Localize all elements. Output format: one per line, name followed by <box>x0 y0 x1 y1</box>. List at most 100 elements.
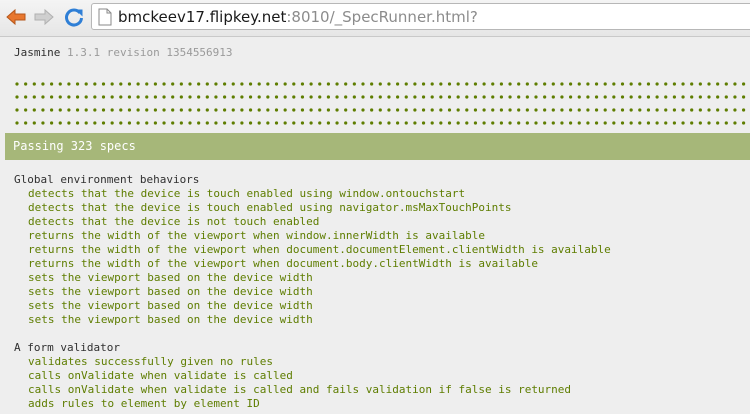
passed-spec-dot <box>672 121 677 125</box>
passed-spec-dot <box>309 108 313 112</box>
passed-spec-dot <box>136 108 140 112</box>
passed-spec-dot <box>724 95 728 99</box>
spec-item[interactable]: adds rules to element by element ID <box>14 397 611 411</box>
passed-spec-dot <box>473 108 478 112</box>
passed-spec-dot <box>110 108 114 112</box>
passed-spec-dot <box>223 108 227 112</box>
spec-item[interactable]: returns the width of the viewport when d… <box>14 257 611 271</box>
passed-spec-dot <box>620 108 625 112</box>
spec-results-dots <box>14 81 750 133</box>
passed-spec-dot <box>560 82 564 86</box>
suite-title[interactable]: Global environment behaviors <box>14 173 611 187</box>
spec-item[interactable]: detects that the device is not touch ena… <box>14 215 611 229</box>
passed-spec-dot <box>67 108 71 112</box>
passed-spec-dot <box>344 108 348 112</box>
passed-spec-dot <box>171 95 175 99</box>
address-bar[interactable]: bmckeev17.flipkey.net:8010/_SpecRunner.h… <box>91 3 750 30</box>
passed-spec-dot <box>698 95 702 99</box>
passed-spec-dot <box>655 121 659 125</box>
forward-arrow-icon <box>34 8 54 26</box>
suite-spacer <box>14 327 611 341</box>
passed-spec-dot <box>430 82 434 86</box>
passed-spec-dot <box>378 121 382 125</box>
passed-spec-dot <box>508 82 512 86</box>
passed-spec-dot <box>430 95 434 99</box>
spec-item[interactable]: sets the viewport based on the device wi… <box>14 313 611 327</box>
passed-spec-dot <box>482 108 486 112</box>
passed-spec-dot <box>127 121 132 125</box>
passed-spec-dot <box>162 82 166 86</box>
passed-spec-dot <box>716 121 720 125</box>
reload-button[interactable] <box>61 5 87 29</box>
spec-item[interactable]: sets the viewport based on the device wi… <box>14 299 611 313</box>
passed-spec-dot <box>32 121 36 125</box>
passed-spec-dot <box>690 121 694 125</box>
passed-spec-dot <box>101 95 106 99</box>
dot-row <box>14 94 750 107</box>
passed-spec-dot <box>326 108 330 112</box>
spec-item[interactable]: detects that the device is touch enabled… <box>14 201 611 215</box>
passed-spec-dot <box>447 108 452 112</box>
passed-spec-dot <box>179 95 183 99</box>
passed-spec-dot <box>733 82 737 86</box>
spec-item[interactable]: returns the width of the viewport when d… <box>14 243 611 257</box>
passed-spec-dot <box>309 82 313 86</box>
spec-item[interactable]: calls onValidate when validate is called… <box>14 383 611 397</box>
jasmine-version: 1.3.1 revision 1354556913 <box>66 46 233 59</box>
passed-spec-dot <box>491 82 495 86</box>
passed-spec-dot <box>681 95 685 99</box>
passed-spec-dot <box>370 108 374 112</box>
passed-spec-dot <box>664 82 668 86</box>
passed-spec-dot <box>465 108 469 112</box>
browser-toolbar: bmckeev17.flipkey.net:8010/_SpecRunner.h… <box>0 0 750 37</box>
spec-item[interactable]: validates successfully given no rules <box>14 355 611 369</box>
passed-spec-dot <box>404 108 408 112</box>
spec-item[interactable]: calls onValidate when validate is called <box>14 369 611 383</box>
passed-spec-dot <box>67 121 71 125</box>
page-icon <box>98 8 112 26</box>
passed-spec-dot <box>603 95 607 99</box>
passing-status-bar[interactable]: Passing 323 specs <box>5 133 750 160</box>
passed-spec-dot <box>153 95 157 99</box>
passed-spec-dot <box>664 121 668 125</box>
passed-spec-dot <box>214 95 218 99</box>
passed-spec-dot <box>569 95 573 99</box>
back-arrow-icon <box>6 8 26 26</box>
passed-spec-dot <box>326 95 330 99</box>
passed-spec-dot <box>24 108 28 112</box>
passed-spec-dot <box>93 108 97 112</box>
url-path: :8010/_SpecRunner.html? <box>286 8 478 26</box>
passed-spec-dot <box>603 121 607 125</box>
passed-spec-dot <box>517 121 521 125</box>
passed-spec-dot <box>560 121 564 125</box>
forward-button[interactable] <box>31 5 57 29</box>
spec-item[interactable]: detects that the device is touch enabled… <box>14 187 611 201</box>
passed-spec-dot <box>283 108 287 112</box>
spec-item[interactable]: sets the viewport based on the device wi… <box>14 271 611 285</box>
passed-spec-dot <box>266 121 270 125</box>
passed-spec-dot <box>335 82 339 86</box>
passed-spec-dot <box>534 108 538 112</box>
passed-spec-dot <box>101 82 106 86</box>
spec-item[interactable]: sets the viewport based on the device wi… <box>14 285 611 299</box>
passed-spec-dot <box>84 95 88 99</box>
suite-title[interactable]: A form validator <box>14 341 611 355</box>
url-text[interactable]: bmckeev17.flipkey.net:8010/_SpecRunner.h… <box>118 8 478 26</box>
spec-item[interactable]: returns the width of the viewport when w… <box>14 229 611 243</box>
passed-spec-dot <box>638 121 642 125</box>
passed-spec-dot <box>300 108 305 112</box>
passed-spec-dot <box>387 95 391 99</box>
passed-spec-dot <box>620 82 625 86</box>
passed-spec-dot <box>153 121 157 125</box>
passed-spec-dot <box>370 95 374 99</box>
passed-spec-dot <box>188 108 192 112</box>
passed-spec-dot <box>84 108 88 112</box>
back-button[interactable] <box>3 5 29 29</box>
passed-spec-dot <box>491 108 495 112</box>
passed-spec-dot <box>318 82 322 86</box>
passed-spec-dot <box>430 108 434 112</box>
passed-spec-dot <box>283 82 287 86</box>
passed-spec-dot <box>456 121 460 125</box>
passed-spec-dot <box>214 82 218 86</box>
passed-spec-dot <box>482 82 486 86</box>
